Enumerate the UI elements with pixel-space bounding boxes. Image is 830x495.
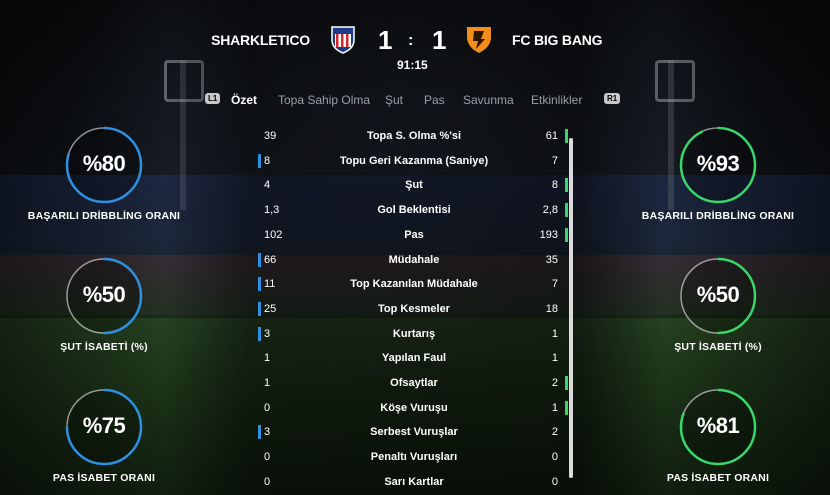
away-stat-value: 0 bbox=[551, 475, 558, 488]
home-score: 1 bbox=[378, 25, 393, 55]
tab-passing[interactable]: Pas bbox=[424, 93, 445, 107]
stat-label: Top Kazanılan Müdahale bbox=[350, 278, 478, 291]
stat-row: 0 Sarı Kartlar 0 bbox=[258, 474, 570, 492]
home-pass-accuracy-gauge: %75 bbox=[64, 387, 144, 467]
away-stat-value: 2 bbox=[551, 426, 558, 439]
score-separator: : bbox=[408, 32, 414, 49]
away-stat-value: 61 bbox=[545, 130, 558, 142]
l1-button-hint[interactable]: L1 bbox=[205, 93, 221, 104]
away-pass-accuracy-label: PAS İSABET ORANI bbox=[666, 472, 770, 484]
stat-label: Sarı Kartlar bbox=[384, 475, 444, 488]
away-score: 1 bbox=[432, 25, 447, 55]
away-dribbling-gauge: %93 bbox=[678, 125, 758, 205]
stat-row: 25 Top Kesmeler 18 bbox=[258, 301, 570, 319]
stat-label: Topu Geri Kazanma (Saniye) bbox=[339, 154, 489, 167]
home-team-crest-icon bbox=[331, 26, 355, 54]
stat-label: Kurtarış bbox=[392, 327, 436, 340]
away-shot-accuracy-gauge: %50 bbox=[678, 256, 758, 336]
stat-label: Serbest Vuruşlar bbox=[370, 426, 458, 439]
away-stat-value: 2,8 bbox=[542, 204, 558, 217]
r1-button-hint[interactable]: R1 bbox=[604, 93, 621, 104]
away-stat-value: 1 bbox=[551, 327, 558, 340]
match-clock: 91:15 bbox=[397, 58, 428, 72]
stat-row: 0 Penaltı Vuruşları 0 bbox=[258, 449, 570, 467]
stat-row: 4 Şut 8 bbox=[258, 177, 570, 195]
stat-row: 3 Kurtarış 1 bbox=[258, 326, 570, 344]
tab-events[interactable]: Etkinlikler bbox=[531, 93, 582, 107]
away-shot-accuracy-label: ŞUT İSABETİ (%) bbox=[674, 341, 762, 353]
away-stat-value: 0 bbox=[551, 451, 558, 464]
scoreboard: SHARKLETICO 1 : 1 FC BIG BANG bbox=[0, 22, 830, 62]
stat-label: Topa S. Olma %'si bbox=[366, 130, 462, 142]
away-team-name: FC BIG BANG bbox=[512, 32, 603, 48]
home-shot-accuracy-gauge: %50 bbox=[64, 256, 144, 336]
stat-row: 3 Serbest Vuruşlar 2 bbox=[258, 424, 570, 442]
stat-label: Penaltı Vuruşları bbox=[370, 451, 458, 464]
stat-label: Şut bbox=[405, 179, 423, 192]
stat-row: 1 Yapılan Faul 1 bbox=[258, 350, 570, 368]
stat-row: 8 Topu Geri Kazanma (Saniye) 7 bbox=[258, 153, 570, 171]
home-shot-accuracy-label: ŞUT İSABETİ (%) bbox=[60, 341, 148, 353]
stat-label: Yapılan Faul bbox=[381, 352, 447, 365]
stat-row: 102 Pas 193 bbox=[258, 227, 570, 245]
gauge-value: %50 bbox=[696, 282, 740, 307]
stats-scrollbar[interactable] bbox=[569, 138, 573, 478]
away-stat-value: 18 bbox=[545, 302, 558, 315]
away-stat-value: 7 bbox=[551, 154, 558, 167]
stat-row: 39 Topa S. Olma %'si 61 bbox=[258, 128, 570, 146]
stat-label: Pas bbox=[404, 228, 424, 241]
away-stat-value: 193 bbox=[539, 228, 558, 241]
tab-defending[interactable]: Savunma bbox=[463, 93, 514, 107]
stat-row: 1,3 Gol Beklentisi 2,8 bbox=[258, 202, 570, 220]
tab-possession[interactable]: Topa Sahip Olma bbox=[278, 93, 370, 107]
stat-label: Top Kesmeler bbox=[378, 302, 450, 315]
gauge-value: %50 bbox=[82, 282, 126, 307]
home-dribbling-label: BAŞARILI DRİBBLİNG ORANI bbox=[27, 210, 181, 222]
away-stat-value: 35 bbox=[545, 253, 558, 266]
stat-row: 66 Müdahale 35 bbox=[258, 252, 570, 270]
stats-tab-bar: L1 Özet Topa Sahip Olma Şut Pas Savunma … bbox=[0, 93, 830, 109]
away-stat-value: 8 bbox=[551, 179, 558, 192]
away-pass-accuracy-gauge: %81 bbox=[678, 387, 758, 467]
stat-label: Köşe Vuruşu bbox=[380, 401, 448, 414]
stat-label: Ofsaytlar bbox=[390, 377, 438, 389]
away-stat-value: 1 bbox=[551, 352, 558, 365]
stat-label: Müdahale bbox=[388, 253, 440, 266]
gauge-value: %81 bbox=[696, 413, 740, 438]
home-dribbling-gauge: %80 bbox=[64, 125, 144, 205]
tab-summary[interactable]: Özet bbox=[231, 93, 257, 107]
away-team-crest-icon bbox=[467, 27, 491, 53]
stat-row: 1 Ofsaytlar 2 bbox=[258, 375, 570, 393]
stat-row: 0 Köşe Vuruşu 1 bbox=[258, 400, 570, 418]
home-pass-accuracy-label: PAS İSABET ORANI bbox=[52, 472, 156, 484]
stat-row: 11 Top Kazanılan Müdahale 7 bbox=[258, 276, 570, 294]
gauge-value: %80 bbox=[82, 151, 126, 176]
tab-shots[interactable]: Şut bbox=[385, 93, 403, 107]
away-stat-value: 1 bbox=[551, 401, 558, 414]
home-team-name: SHARKLETICO bbox=[211, 32, 310, 48]
stat-label: Gol Beklentisi bbox=[377, 204, 451, 217]
away-stat-value: 7 bbox=[551, 278, 558, 291]
away-dribbling-label: BAŞARILI DRİBBLİNG ORANI bbox=[641, 210, 795, 222]
gauge-value: %75 bbox=[82, 413, 126, 438]
gauge-value: %93 bbox=[696, 151, 740, 176]
away-stat-value: 2 bbox=[551, 377, 558, 389]
